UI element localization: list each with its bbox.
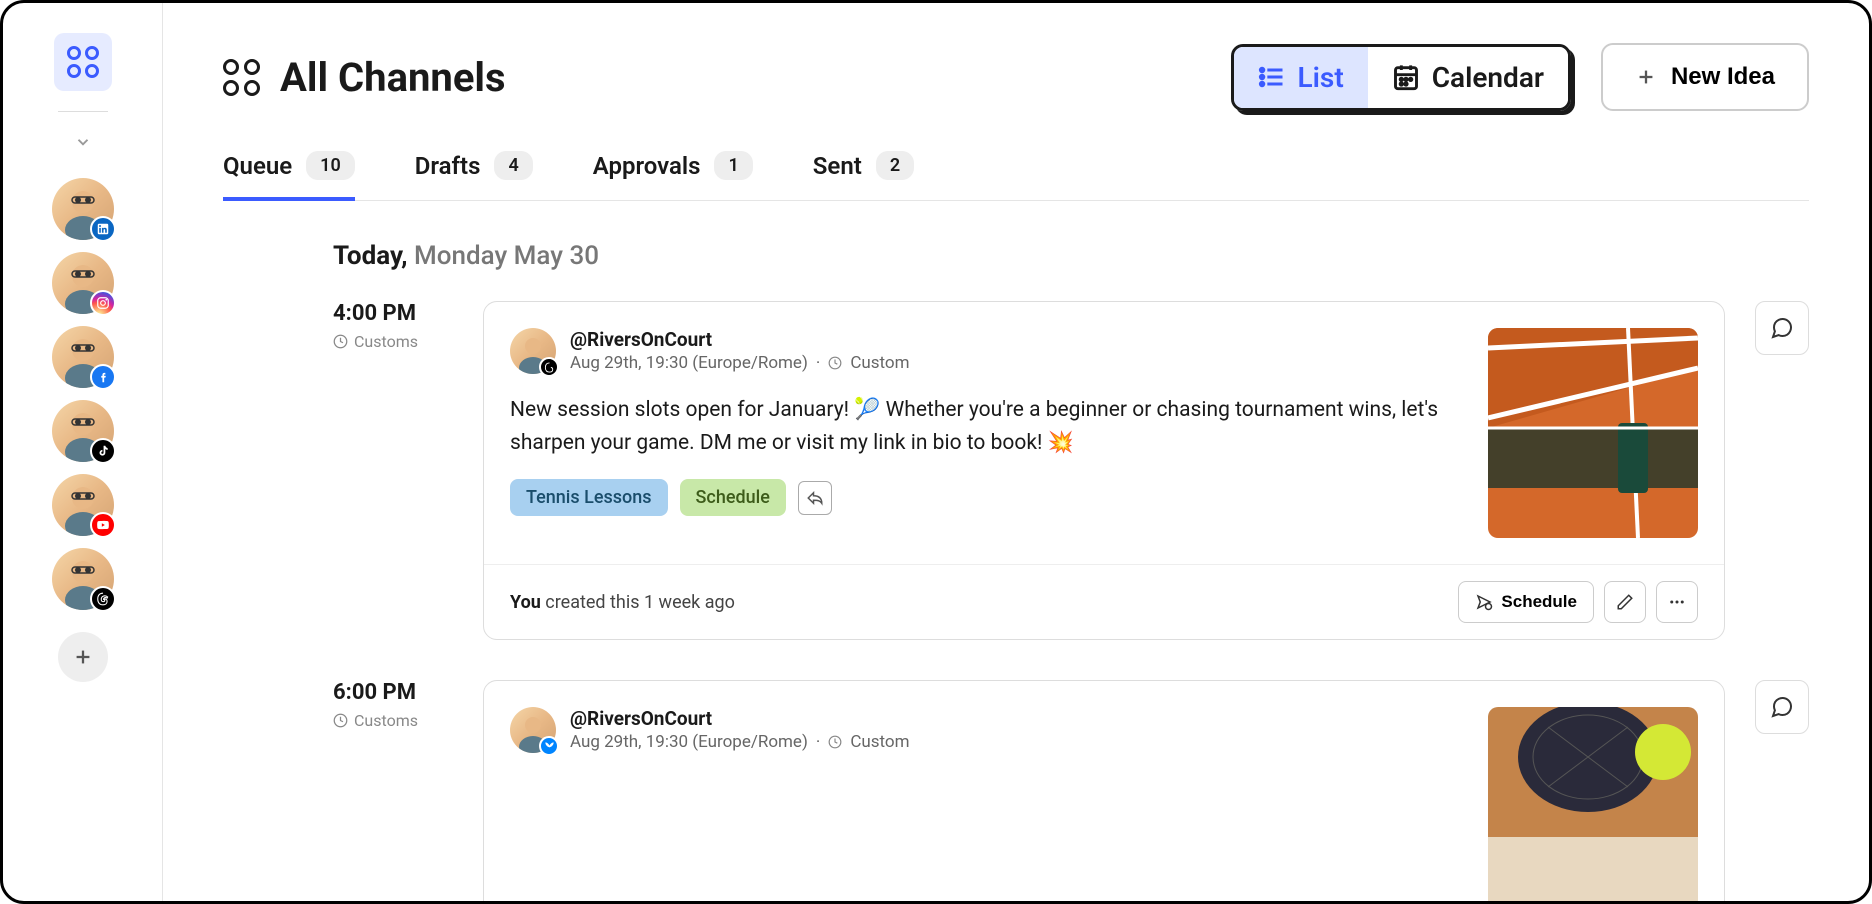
footer-text: You created this 1 week ago xyxy=(510,592,735,613)
view-calendar-label: Calendar xyxy=(1432,61,1544,94)
post-time: 4:00 PM xyxy=(333,301,453,326)
post-card[interactable]: @RiversOnCourt Aug 29th, 19:30 (Europe/R… xyxy=(483,301,1725,640)
date-header: Today, Monday May 30 xyxy=(333,241,1809,271)
new-idea-button[interactable]: New Idea xyxy=(1601,43,1809,111)
post-tags: Tennis Lessons Schedule xyxy=(510,479,1468,516)
channel-tiktok[interactable] xyxy=(52,400,114,462)
tiktok-icon xyxy=(90,438,116,464)
tab-label: Drafts xyxy=(415,152,481,180)
channel-linkedin[interactable] xyxy=(52,178,114,240)
tag-expand-icon[interactable] xyxy=(798,481,832,515)
post-row: 6:00 PM Customs xyxy=(333,680,1809,901)
header: All Channels List Calendar New Idea xyxy=(223,43,1809,111)
pencil-icon xyxy=(1616,593,1634,611)
page-title: All Channels xyxy=(280,54,506,101)
collapse-chevron-icon[interactable] xyxy=(74,132,92,156)
bluesky-icon xyxy=(539,736,559,756)
post-meta: Aug 29th, 19:30 (Europe/Rome) · Custom xyxy=(570,353,910,373)
instagram-icon xyxy=(90,290,116,316)
clock-icon xyxy=(333,713,348,728)
send-icon xyxy=(1475,593,1493,611)
calendar-icon xyxy=(1392,63,1420,91)
post-meta: Aug 29th, 19:30 (Europe/Rome) · Custom xyxy=(570,732,910,752)
tab-drafts[interactable]: Drafts 4 xyxy=(415,151,533,200)
facebook-icon xyxy=(90,364,116,390)
post-row: 4:00 PM Customs xyxy=(333,301,1809,640)
new-idea-label: New Idea xyxy=(1671,63,1775,91)
view-calendar-button[interactable]: Calendar xyxy=(1368,47,1568,108)
post-avatar xyxy=(510,328,556,374)
comment-button[interactable] xyxy=(1755,301,1809,355)
view-toggle: List Calendar xyxy=(1231,44,1571,111)
post-time-sub: Customs xyxy=(333,711,453,730)
threads-icon xyxy=(539,357,559,377)
tabs: Queue 10 Drafts 4 Approvals 1 Sent 2 xyxy=(223,151,1809,201)
edit-button[interactable] xyxy=(1604,581,1646,623)
more-button[interactable] xyxy=(1656,581,1698,623)
post-avatar xyxy=(510,707,556,753)
tag[interactable]: Schedule xyxy=(680,479,786,516)
time-column: 4:00 PM Customs xyxy=(333,301,453,640)
tab-label: Queue xyxy=(223,152,292,180)
channel-instagram[interactable] xyxy=(52,252,114,314)
main-content: All Channels List Calendar New Idea xyxy=(163,3,1869,901)
comment-button[interactable] xyxy=(1755,680,1809,734)
logo-button[interactable] xyxy=(54,33,112,91)
plus-icon xyxy=(1635,66,1657,88)
clock-icon xyxy=(828,356,842,370)
tab-count: 4 xyxy=(494,151,532,180)
post-handle: @RiversOnCourt xyxy=(570,707,910,730)
tab-sent[interactable]: Sent 2 xyxy=(813,151,914,200)
tab-label: Sent xyxy=(813,152,862,180)
post-time-sub: Customs xyxy=(333,332,453,351)
chat-icon xyxy=(1770,316,1794,340)
logo-icon xyxy=(67,46,99,78)
post-card[interactable]: @RiversOnCourt Aug 29th, 19:30 (Europe/R… xyxy=(483,680,1725,901)
post-footer: You created this 1 week ago Schedule xyxy=(484,564,1724,639)
linkedin-icon xyxy=(90,216,116,242)
channel-threads[interactable] xyxy=(52,548,114,610)
post-handle: @RiversOnCourt xyxy=(570,328,910,351)
tab-label: Approvals xyxy=(593,152,701,180)
post-text: New session slots open for January! 🎾 Wh… xyxy=(510,394,1468,459)
channels-icon xyxy=(223,59,260,96)
threads-icon xyxy=(90,586,116,612)
clock-icon xyxy=(828,735,842,749)
post-thumbnail xyxy=(1488,328,1698,538)
time-column: 6:00 PM Customs xyxy=(333,680,453,901)
tab-count: 1 xyxy=(714,151,752,180)
post-thumbnail xyxy=(1488,707,1698,901)
tab-count: 10 xyxy=(306,151,355,180)
more-icon xyxy=(1668,593,1686,611)
list-icon xyxy=(1258,63,1286,91)
tab-queue[interactable]: Queue 10 xyxy=(223,151,355,200)
tab-count: 2 xyxy=(876,151,914,180)
channel-youtube[interactable] xyxy=(52,474,114,536)
chat-icon xyxy=(1770,695,1794,719)
channel-facebook[interactable] xyxy=(52,326,114,388)
add-channel-button[interactable] xyxy=(58,632,108,682)
schedule-button[interactable]: Schedule xyxy=(1458,581,1594,623)
feed: Today, Monday May 30 4:00 PM Customs xyxy=(223,241,1809,901)
tab-approvals[interactable]: Approvals 1 xyxy=(593,151,753,200)
view-list-label: List xyxy=(1298,61,1344,94)
youtube-icon xyxy=(90,512,116,538)
view-list-button[interactable]: List xyxy=(1234,47,1368,108)
clock-icon xyxy=(333,334,348,349)
divider xyxy=(58,111,108,112)
sidebar xyxy=(3,3,163,901)
post-time: 6:00 PM xyxy=(333,680,453,705)
tag[interactable]: Tennis Lessons xyxy=(510,479,668,516)
